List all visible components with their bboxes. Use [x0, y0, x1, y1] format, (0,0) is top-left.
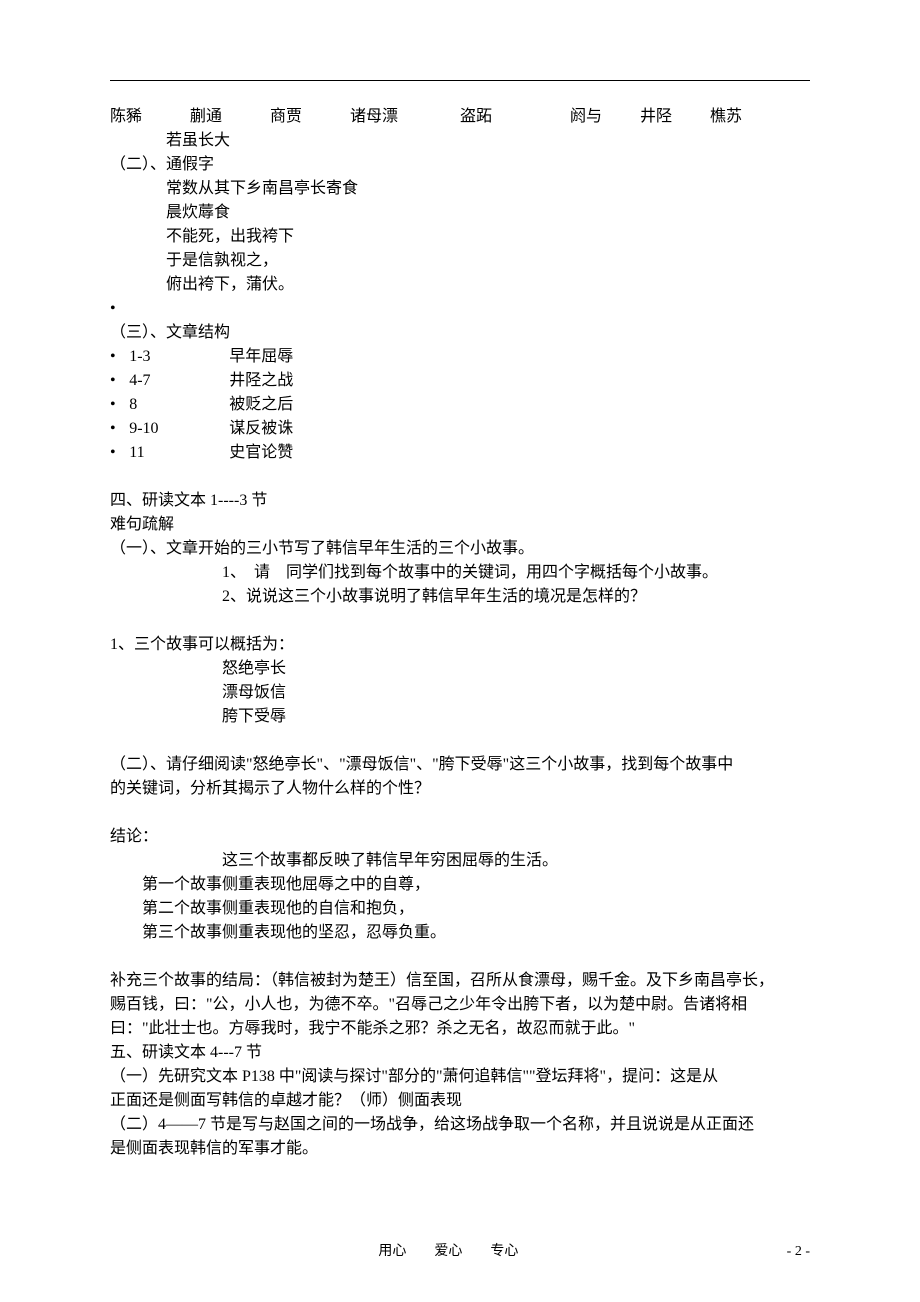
paragraph: （一）、文章开始的三小节写了韩信早年生活的三个小故事。 [110, 537, 810, 561]
conclusion-item: 第三个故事侧重表现他的坚忍，忍辱负重。 [110, 921, 810, 945]
footer-motto: 用心 爱心 专心 [110, 1241, 787, 1262]
section-2-title: （二）、通假字 [110, 153, 810, 177]
conclusion-summary: 这三个故事都反映了韩信早年穷困屈辱的生活。 [110, 849, 810, 873]
tongjia-item: 晨炊蓐食 [110, 201, 810, 225]
vocab: 阏与 [570, 105, 640, 129]
structure-label: 史官论赞 [229, 441, 293, 465]
bullet-icon: • [110, 345, 129, 369]
section-5-title: 五、研读文本 4---7 节 [110, 1041, 810, 1065]
section-4-title: 四、研读文本 1----3 节 [110, 489, 810, 513]
tongjia-item: 不能死，出我袴下 [110, 225, 810, 249]
structure-label: 被贬之后 [229, 393, 293, 417]
page-number: - 2 - [787, 1241, 810, 1262]
question-item: 2、说说这三个小故事说明了韩信早年生活的境况是怎样的？ [110, 585, 810, 609]
structure-range: 4-7 [129, 369, 229, 393]
vocab: 商贾 [270, 105, 350, 129]
structure-range: 8 [129, 393, 229, 417]
vocab-row-1: 陈豨 蒯通 商贾 诸母漂 盗跖 阏与 井陉 樵苏 [110, 105, 810, 129]
structure-range: 1-3 [129, 345, 229, 369]
structure-item: • 4-7 井陉之战 [110, 369, 810, 393]
structure-range: 11 [129, 441, 229, 465]
vocab: 盗跖 [460, 105, 570, 129]
page-footer: 用心 爱心 专心 - 2 - [0, 1241, 920, 1262]
structure-label: 谋反被诛 [229, 417, 293, 441]
bullet-icon: • [110, 441, 129, 465]
structure-item: • 9-10 谋反被诛 [110, 417, 810, 441]
structure-range: 9-10 [129, 417, 229, 441]
vocab: 诸母漂 [350, 105, 460, 129]
summary-item: 漂母饭信 [110, 681, 810, 705]
bullet-icon: • [110, 417, 129, 441]
lone-bullet: • [110, 297, 810, 321]
header-rule [110, 80, 810, 81]
section-4-subtitle: 难句疏解 [110, 513, 810, 537]
paragraph: （二）4——7 节是写与赵国之间的一场战争，给这场战争取一个名称，并且说说是从正… [110, 1113, 810, 1137]
structure-item: • 1-3 早年屈辱 [110, 345, 810, 369]
bullet-icon: • [110, 369, 129, 393]
supplement-line: 补充三个故事的结局：（韩信被封为楚王）信至国，召所从食漂母，赐千金。及下乡南昌亭… [110, 969, 810, 993]
vocab: 井陉 [640, 105, 710, 129]
paragraph: （一）先研究文本 P138 中"阅读与探讨"部分的"萧何追韩信""登坛拜将"，提… [110, 1065, 810, 1089]
question-item: 1、 请 同学们找到每个故事中的关键词，用四个字概括每个小故事。 [110, 561, 810, 585]
section-3-title: （三）、文章结构 [110, 321, 810, 345]
structure-item: • 11 史官论赞 [110, 441, 810, 465]
paragraph: （二）、请仔细阅读"怒绝亭长"、"漂母饭信"、"胯下受辱"这三个小故事，找到每个… [110, 753, 810, 777]
paragraph: 的关键词，分析其揭示了人物什么样的个性？ [110, 777, 810, 801]
paragraph: 正面还是侧面写韩信的卓越才能？（师）侧面表现 [110, 1089, 810, 1113]
conclusion-item: 第二个故事侧重表现他的自信和抱负， [110, 897, 810, 921]
structure-label: 井陉之战 [229, 369, 293, 393]
paragraph: 是侧面表现韩信的军事才能。 [110, 1137, 810, 1161]
tongjia-item: 常数从其下乡南昌亭长寄食 [110, 177, 810, 201]
summary-item: 胯下受辱 [110, 705, 810, 729]
supplement-line: 赐百钱，曰："公，小人也，为德不卒。"召辱己之少年令出胯下者，以为楚中尉。告诸将… [110, 993, 810, 1017]
vocab: 陈豨 [110, 105, 190, 129]
paragraph: 1、三个故事可以概括为： [110, 633, 810, 657]
structure-label: 早年屈辱 [229, 345, 293, 369]
vocab: 蒯通 [190, 105, 270, 129]
conclusion-item: 第一个故事侧重表现他屈辱之中的自尊， [110, 873, 810, 897]
structure-item: • 8 被贬之后 [110, 393, 810, 417]
vocab-continuation: 若虽长大 [110, 129, 810, 153]
conclusion-label: 结论： [110, 825, 810, 849]
bullet-icon: • [110, 393, 129, 417]
tongjia-item: 俯出袴下，蒲伏。 [110, 273, 810, 297]
summary-item: 怒绝亭长 [110, 657, 810, 681]
document-page: 陈豨 蒯通 商贾 诸母漂 盗跖 阏与 井陉 樵苏 若虽长大 （二）、通假字 常数… [0, 0, 920, 1302]
vocab: 樵苏 [710, 105, 742, 129]
tongjia-item: 于是信孰视之， [110, 249, 810, 273]
supplement-line: 曰："此壮士也。方辱我时，我宁不能杀之邪？杀之无名，故忍而就于此。" [110, 1017, 810, 1041]
